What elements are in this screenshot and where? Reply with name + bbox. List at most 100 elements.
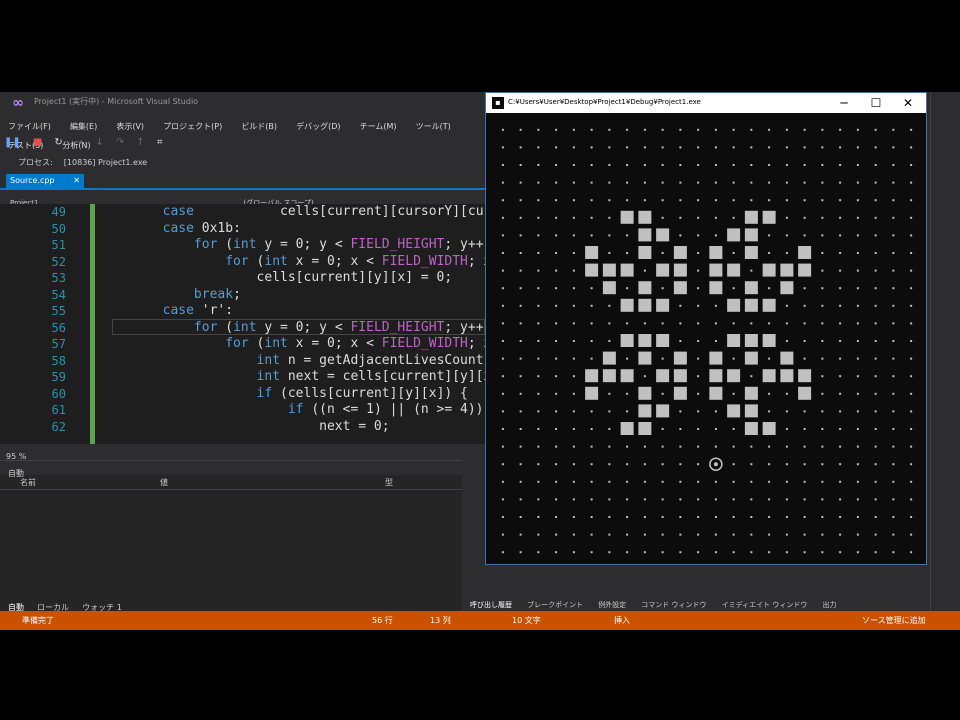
live-cell	[727, 404, 741, 418]
dead-cell	[501, 428, 504, 430]
dead-cell	[608, 410, 611, 413]
dead-cell	[785, 234, 788, 237]
dead-cell	[821, 516, 824, 518]
dead-cell	[856, 128, 859, 131]
process-select[interactable]: [10836] Project1.exe	[64, 158, 147, 167]
step-over-icon[interactable]: ↷	[116, 137, 124, 148]
dead-cell	[555, 445, 558, 448]
right-sidebar[interactable]	[930, 92, 960, 611]
column-value[interactable]: 値	[160, 477, 168, 488]
dead-cell	[501, 216, 504, 219]
dead-cell	[519, 410, 522, 413]
tab-exception-settings[interactable]: 例外設定	[598, 601, 626, 609]
cursor-dot	[713, 462, 718, 467]
code-line[interactable]: case 'r':	[100, 303, 233, 320]
dead-cell	[572, 164, 575, 166]
line-number: 53	[51, 271, 66, 285]
dead-cell	[608, 234, 611, 237]
tab-command-window[interactable]: コマンド ウィンドウ	[641, 601, 706, 609]
dead-cell	[590, 322, 593, 325]
change-indicator	[90, 204, 95, 444]
code-editor[interactable]: 49 50 51 52 53 54 55 56 57 58 59 60 61 62 case cells[…	[0, 204, 485, 444]
column-name[interactable]: 名前	[20, 477, 36, 488]
dead-cell	[785, 128, 788, 131]
stop-debugging-icon[interactable]: ■	[33, 137, 42, 148]
code-line[interactable]: break;	[100, 287, 241, 304]
hex-display-icon[interactable]: ⌗	[157, 137, 163, 148]
restart-icon[interactable]: ↻	[54, 137, 62, 148]
code-line[interactable]: for (int x = 0; x < FIELD_WIDTH; x++)	[100, 254, 485, 271]
dead-cell	[590, 516, 593, 518]
dead-cell	[732, 551, 735, 554]
break-all-icon[interactable]: ❚❚	[4, 137, 21, 148]
tab-immediate-window[interactable]: イミディエイト ウィンドウ	[722, 601, 808, 609]
dead-cell	[590, 551, 593, 554]
column-type[interactable]: 型	[385, 477, 393, 488]
dead-cell	[785, 480, 788, 483]
dead-cell	[821, 480, 824, 483]
dead-cell	[643, 445, 646, 448]
tab-breakpoints[interactable]: ブレークポイント	[527, 601, 583, 609]
dead-cell	[697, 463, 700, 466]
tab-call-stack[interactable]: 呼び出し履歴	[470, 601, 512, 609]
dead-cell	[555, 304, 558, 307]
dead-cell	[590, 340, 593, 342]
dead-cell	[697, 357, 700, 360]
minimize-button[interactable]: ─	[830, 94, 858, 112]
dead-cell	[661, 252, 664, 254]
dead-cell	[572, 392, 575, 395]
dead-cell	[501, 164, 504, 166]
dead-cell	[821, 357, 824, 360]
dead-cell	[572, 234, 575, 237]
live-cell	[638, 386, 652, 400]
dead-cell	[785, 181, 788, 184]
dead-cell	[643, 516, 646, 518]
right-bottom-tabs: 呼び出し履歴 ブレークポイント 例外設定 コマンド ウィンドウ イミディエイト …	[470, 592, 930, 609]
code-line[interactable]: case 0x1b:	[100, 221, 241, 238]
code-line[interactable]: for (int y = 0; y < FIELD_HEIGHT; y++)	[100, 237, 485, 254]
dead-cell	[874, 428, 877, 430]
dead-cell	[590, 287, 593, 290]
tab-close-icon[interactable]: ✕	[73, 174, 80, 188]
code-line[interactable]: for (int x = 0; x < FIELD_WIDTH; x++) {	[100, 336, 485, 353]
dead-cell	[697, 516, 700, 518]
dead-cell	[839, 463, 842, 466]
dead-cell	[803, 480, 806, 483]
code-line[interactable]: if (cells[current][y][x]) {	[100, 386, 468, 403]
live-cell	[673, 246, 687, 259]
show-next-statement-icon[interactable]: →	[75, 137, 83, 148]
close-button[interactable]: ✕	[894, 94, 922, 112]
tab-output[interactable]: 出力	[822, 601, 836, 609]
console-window: ▪ C:¥Users¥User¥Desktop¥Project1¥Debug¥P…	[485, 92, 927, 565]
dead-cell	[892, 516, 895, 518]
status-source-control[interactable]: ソース管理に追加	[862, 611, 926, 630]
dead-cell	[714, 304, 717, 307]
dead-cell	[750, 146, 753, 149]
dead-cell	[519, 533, 522, 536]
dead-cell	[590, 357, 593, 360]
dead-cell	[501, 410, 504, 413]
dead-cell	[910, 146, 913, 149]
dead-cell	[750, 181, 753, 184]
live-cell	[727, 228, 741, 242]
step-into-icon[interactable]: ↓	[95, 137, 103, 148]
code-line[interactable]: cells[current][y][x] = 0;	[100, 270, 453, 287]
dead-cell	[590, 164, 593, 166]
live-cell	[585, 386, 599, 400]
tab-source-cpp[interactable]: Source.cpp ✕	[6, 174, 84, 188]
step-out-icon[interactable]: ↑	[136, 137, 144, 148]
dead-cell	[750, 445, 753, 448]
dead-cell	[555, 234, 558, 237]
code-line[interactable]: int next = cells[current][y][x];	[100, 369, 485, 386]
live-cell	[602, 263, 616, 277]
dead-cell	[892, 410, 895, 413]
maximize-button[interactable]: ☐	[862, 94, 890, 112]
line-number: 50	[51, 221, 66, 236]
code-line[interactable]: next = 0;	[100, 419, 389, 436]
dead-cell	[750, 322, 753, 325]
code-line[interactable]: int n = getAdjacentLivesCount(x, y);	[100, 353, 485, 370]
dead-cell	[714, 164, 717, 166]
code-line[interactable]: if ((n <= 1) || (n >= 4))	[100, 402, 484, 419]
code-line[interactable]: case cells[current][cursorY][cursorX]	[100, 204, 485, 221]
dead-cell	[768, 480, 771, 483]
